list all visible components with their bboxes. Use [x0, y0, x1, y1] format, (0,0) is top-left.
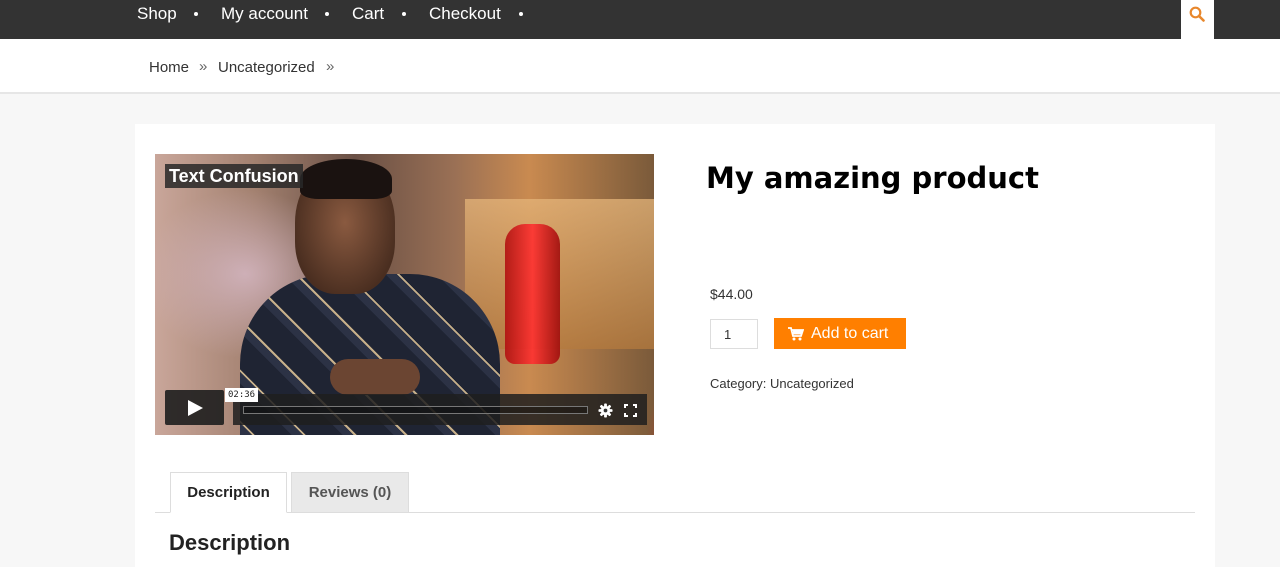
tab-reviews[interactable]: Reviews (0) [291, 472, 409, 513]
nav-item-cart[interactable]: Cart [352, 4, 384, 24]
description-heading: Description [169, 530, 291, 555]
play-icon [188, 400, 203, 416]
video-frame-hands-phone [330, 359, 420, 395]
nav-separator-dot [519, 12, 523, 16]
play-button[interactable] [165, 390, 224, 425]
breadcrumb-separator: » [326, 58, 335, 75]
video-frame-person-hair [300, 159, 392, 199]
add-to-cart-button[interactable]: Add to cart [774, 318, 906, 349]
nav-item-checkout[interactable]: Checkout [429, 4, 501, 24]
product-category: Category: Uncategorized [710, 376, 854, 392]
breadcrumb-category-link[interactable]: Uncategorized [218, 59, 315, 77]
breadcrumb-home-link[interactable]: Home [149, 59, 189, 77]
breadcrumb-separator: » [199, 58, 208, 75]
video-title: Text Confusion [165, 164, 303, 188]
nav-item-shop[interactable]: Shop [137, 4, 177, 24]
product-price: $44.00 [710, 286, 753, 302]
category-label: Category: [710, 376, 767, 391]
nav-item-my-account[interactable]: My account [221, 4, 308, 24]
add-to-cart-label: Add to cart [811, 325, 889, 342]
settings-gear-icon[interactable] [598, 403, 613, 418]
video-progress-bar[interactable] [243, 406, 588, 414]
nav-separator-dot [194, 12, 198, 16]
video-frame-bottle [505, 224, 560, 364]
tab-description[interactable]: Description [170, 472, 287, 513]
quantity-input[interactable] [710, 319, 758, 349]
category-link[interactable]: Uncategorized [770, 376, 854, 391]
nav-separator-dot [325, 12, 329, 16]
search-icon [1189, 6, 1205, 22]
product-video-player[interactable]: Text Confusion 02:36 [155, 154, 654, 435]
top-navigation-bar: Shop My account Cart Checkout [0, 0, 1280, 39]
search-button[interactable] [1181, 0, 1214, 39]
fullscreen-icon[interactable] [624, 404, 637, 417]
breadcrumb: Home » Uncategorized » [0, 39, 1280, 94]
cart-icon [788, 327, 804, 341]
product-title: My amazing product [706, 161, 1039, 195]
video-duration: 02:36 [225, 388, 259, 402]
nav-separator-dot [402, 12, 406, 16]
